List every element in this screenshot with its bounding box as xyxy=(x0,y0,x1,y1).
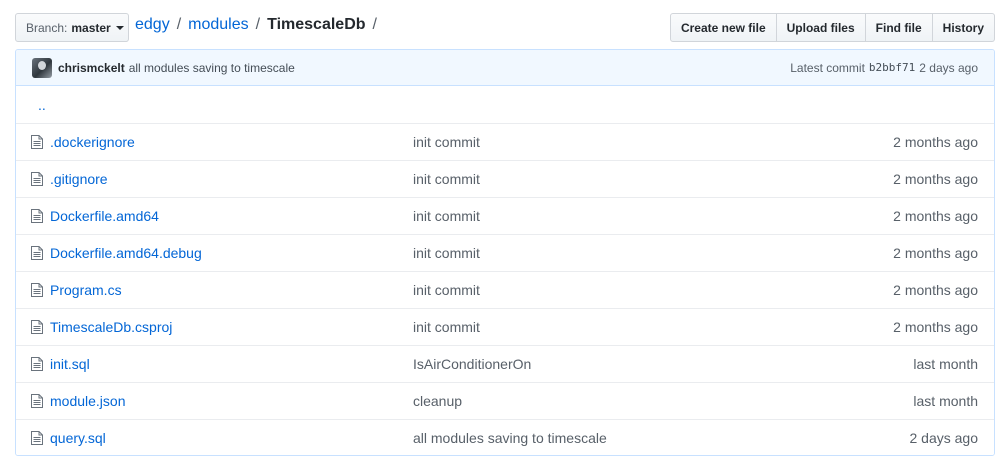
file-commit-message[interactable]: cleanup xyxy=(413,393,833,409)
history-button[interactable]: History xyxy=(932,13,995,42)
file-row: TimescaleDb.csproj init commit 2 months … xyxy=(16,308,994,345)
find-file-button[interactable]: Find file xyxy=(865,13,933,42)
file-age: 2 months ago xyxy=(893,134,978,150)
file-name-link[interactable]: module.json xyxy=(50,393,413,409)
file-icon xyxy=(31,172,43,186)
file-icon xyxy=(31,431,43,445)
breadcrumb-separator: / xyxy=(255,16,261,33)
latest-commit-bar: chrismckelt all modules saving to timesc… xyxy=(16,50,994,86)
file-name-link[interactable]: Dockerfile.amd64.debug xyxy=(50,245,413,261)
file-icon xyxy=(31,320,43,334)
file-age: 2 months ago xyxy=(893,282,978,298)
upload-files-button[interactable]: Upload files xyxy=(776,13,866,42)
file-age: 2 days ago xyxy=(909,430,979,446)
file-name-link[interactable]: Dockerfile.amd64 xyxy=(50,208,413,224)
file-row: Dockerfile.amd64.debug init commit 2 mon… xyxy=(16,234,994,271)
commit-author[interactable]: chrismckelt xyxy=(58,61,125,75)
file-list: chrismckelt all modules saving to timesc… xyxy=(15,49,995,456)
file-icon xyxy=(31,394,43,408)
parent-dir-row: .. xyxy=(16,86,994,123)
file-icon xyxy=(31,246,43,260)
file-row: .dockerignore init commit 2 months ago xyxy=(16,123,994,160)
commit-age: 2 days ago xyxy=(919,60,978,75)
file-row: query.sql all modules saving to timescal… xyxy=(16,419,994,455)
file-name-link[interactable]: TimescaleDb.csproj xyxy=(50,319,413,335)
file-commit-message[interactable]: init commit xyxy=(413,134,833,150)
breadcrumb-separator: / xyxy=(372,16,377,33)
avatar[interactable] xyxy=(32,57,52,78)
file-navigation: Branch: master edgy / modules / Timescal… xyxy=(15,13,995,42)
latest-commit-label: Latest commit xyxy=(790,60,865,75)
file-actions: Create new file Upload files Find file H… xyxy=(669,13,995,42)
file-commit-message[interactable]: init commit xyxy=(413,319,833,335)
file-icon xyxy=(31,283,43,297)
create-new-file-button[interactable]: Create new file xyxy=(669,13,777,42)
file-name-link[interactable]: .gitignore xyxy=(50,171,413,187)
file-row: init.sql IsAirConditionerOn last month xyxy=(16,345,994,382)
branch-selector-button[interactable]: Branch: master xyxy=(15,13,129,42)
breadcrumb: edgy / modules / TimescaleDb / xyxy=(135,16,384,34)
breadcrumb-separator: / xyxy=(176,16,182,33)
branch-name: master xyxy=(71,20,111,35)
file-age: last month xyxy=(913,393,978,409)
file-icon xyxy=(31,135,43,149)
file-commit-message[interactable]: init commit xyxy=(413,245,833,261)
file-icon xyxy=(31,357,43,371)
file-name-link[interactable]: query.sql xyxy=(50,430,413,446)
file-age: 2 months ago xyxy=(893,208,978,224)
file-age: 2 months ago xyxy=(893,245,978,261)
file-row: module.json cleanup last month xyxy=(16,382,994,419)
file-commit-message[interactable]: all modules saving to timescale xyxy=(413,430,833,446)
file-name-link[interactable]: init.sql xyxy=(50,356,413,372)
commit-message[interactable]: all modules saving to timescale xyxy=(129,61,295,75)
file-age: 2 months ago xyxy=(893,319,978,335)
file-icon xyxy=(31,209,43,223)
breadcrumb-repo-link[interactable]: edgy xyxy=(135,16,170,34)
caret-down-icon xyxy=(115,25,124,30)
file-commit-message[interactable]: IsAirConditionerOn xyxy=(413,356,833,372)
file-age: last month xyxy=(913,356,978,372)
file-row: .gitignore init commit 2 months ago xyxy=(16,160,994,197)
parent-dir-link[interactable]: .. xyxy=(16,97,46,113)
file-row: Program.cs init commit 2 months ago xyxy=(16,271,994,308)
file-commit-message[interactable]: init commit xyxy=(413,282,833,298)
commit-sha[interactable]: b2bbf71 xyxy=(869,61,915,74)
file-row: Dockerfile.amd64 init commit 2 months ag… xyxy=(16,197,994,234)
branch-label: Branch: xyxy=(26,20,68,35)
breadcrumb-current: TimescaleDb xyxy=(267,16,366,33)
file-name-link[interactable]: .dockerignore xyxy=(50,134,413,150)
file-name-link[interactable]: Program.cs xyxy=(50,282,413,298)
file-age: 2 months ago xyxy=(893,171,978,187)
file-commit-message[interactable]: init commit xyxy=(413,171,833,187)
breadcrumb-dir-link[interactable]: modules xyxy=(188,16,248,34)
latest-commit-info: Latest commit b2bbf71 2 days ago xyxy=(790,61,978,75)
file-commit-message[interactable]: init commit xyxy=(413,208,833,224)
